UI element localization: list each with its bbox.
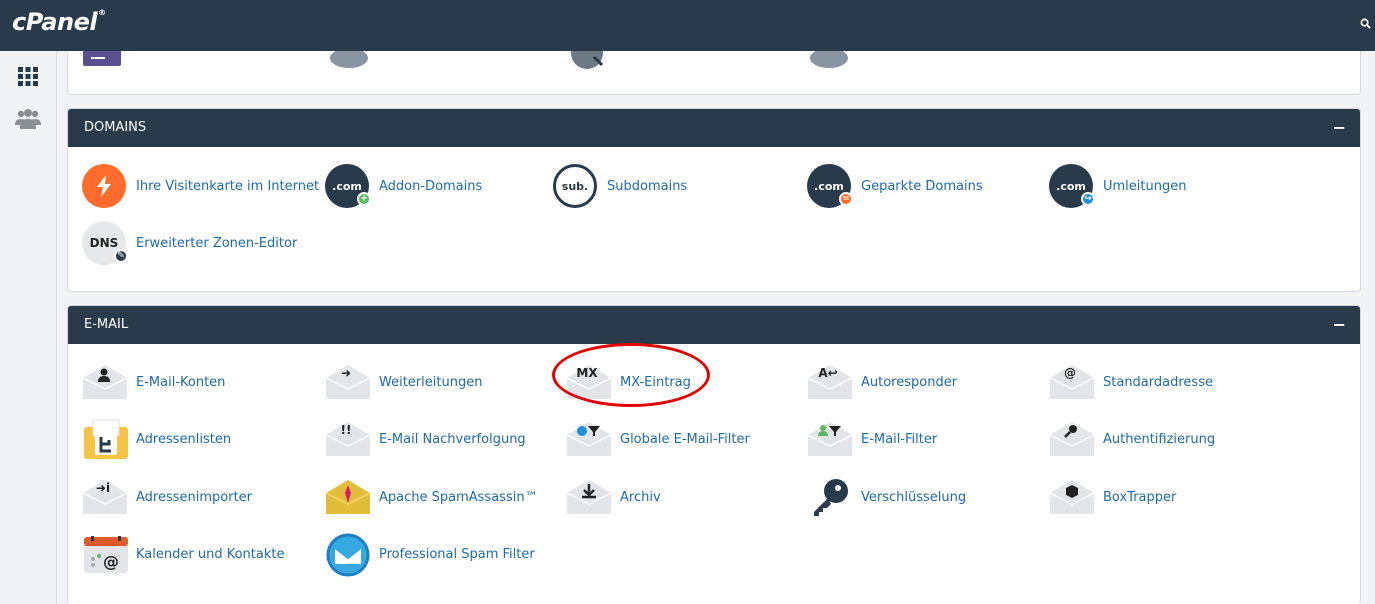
- autoresponder-icon: A↩: [805, 360, 855, 404]
- sub-icon: sub.: [551, 164, 601, 208]
- authentication-icon: [1047, 417, 1097, 461]
- domain-item[interactable]: .com + Addon-Domains: [323, 164, 482, 208]
- collapse-toggle[interactable]: −: [1333, 109, 1346, 147]
- email-item[interactable]: @ Standardadresse: [1047, 360, 1213, 404]
- domain-item[interactable]: DNS ✎ Erweiterter Zonen-Editor: [80, 221, 297, 265]
- email-item[interactable]: Globale E-Mail-Filter: [564, 417, 750, 461]
- email-item[interactable]: Archiv: [564, 475, 661, 519]
- partial-icon: [810, 51, 848, 68]
- users-icon[interactable]: [15, 108, 41, 130]
- domain-item[interactable]: Ihre Visitenkarte im Internet: [80, 164, 319, 208]
- left-sidebar: [0, 51, 57, 604]
- global-filter-icon: [564, 417, 614, 461]
- svg-text:@: @: [103, 552, 119, 571]
- domain-item[interactable]: sub. Subdomains: [551, 164, 687, 208]
- email-item[interactable]: E-Mail-Filter: [805, 417, 937, 461]
- apps-grid-icon[interactable]: [17, 65, 39, 87]
- archive-icon: [564, 475, 614, 519]
- partial-icon: [571, 51, 604, 69]
- email-item[interactable]: BoxTrapper: [1047, 475, 1176, 519]
- email-item[interactable]: !! E-Mail Nachverfolgung: [323, 417, 526, 461]
- email-item[interactable]: Authentifizierung: [1047, 417, 1215, 461]
- email-item[interactable]: E-Mail-Konten: [80, 360, 225, 404]
- email-tracking-icon: !!: [323, 417, 373, 461]
- cpanel-logo[interactable]: cPanel®: [12, 8, 106, 36]
- email-panel: E-MAIL − E-Mail-Konten ➜ Weiterleitungen…: [67, 305, 1361, 604]
- email-item[interactable]: Verschlüsselung: [805, 475, 966, 519]
- calendar-contacts-icon: @: [80, 532, 130, 576]
- email-item[interactable]: A↩ Autoresponder: [805, 360, 957, 404]
- email-item[interactable]: @ Kalender und Kontakte: [80, 532, 284, 576]
- top-bar: cPanel®: [0, 0, 1375, 51]
- mx-entry-icon: MX: [564, 360, 614, 404]
- email-item[interactable]: Adressenlisten: [80, 417, 231, 461]
- spam-filter-icon: [323, 532, 373, 577]
- email-item[interactable]: ➜ Weiterleitungen: [323, 360, 482, 404]
- email-header[interactable]: E-MAIL −: [68, 306, 1360, 344]
- email-item[interactable]: MX MX-Eintrag: [564, 360, 691, 404]
- previous-section-panel: [67, 51, 1361, 95]
- email-item[interactable]: Professional Spam Filter: [323, 532, 535, 577]
- default-address-icon: @: [1047, 360, 1097, 404]
- dotcom-parked-icon: .com =: [805, 164, 855, 208]
- dotcom-add-icon: .com +: [323, 164, 373, 208]
- spamassassin-icon: [323, 475, 373, 519]
- collapse-toggle[interactable]: −: [1333, 306, 1346, 344]
- forwarders-icon: ➜: [323, 360, 373, 404]
- partial-icon: [330, 51, 368, 68]
- domains-header[interactable]: DOMAINS −: [68, 109, 1360, 147]
- email-item[interactable]: Apache SpamAssassin™: [323, 475, 538, 519]
- dns-editor-icon: DNS ✎: [80, 221, 130, 265]
- domain-item[interactable]: .com = Geparkte Domains: [805, 164, 983, 208]
- email-accounts-icon: [80, 360, 130, 404]
- email-item[interactable]: ➜i Adressenimporter: [80, 475, 252, 519]
- encryption-key-icon: [805, 475, 855, 519]
- boxtrapper-icon: [1047, 475, 1097, 519]
- mailing-lists-icon: [80, 417, 130, 461]
- domains-panel: DOMAINS − Ihre Visitenkarte im Internet …: [67, 108, 1361, 292]
- dotcom-redirect-icon: .com ↪: [1047, 164, 1097, 208]
- address-importer-icon: ➜i: [80, 475, 130, 519]
- lightning-icon: [80, 164, 130, 208]
- email-filter-icon: [805, 417, 855, 461]
- search-icon[interactable]: [1360, 18, 1371, 29]
- partial-icon: [83, 51, 121, 66]
- domain-item[interactable]: .com ↪ Umleitungen: [1047, 164, 1186, 208]
